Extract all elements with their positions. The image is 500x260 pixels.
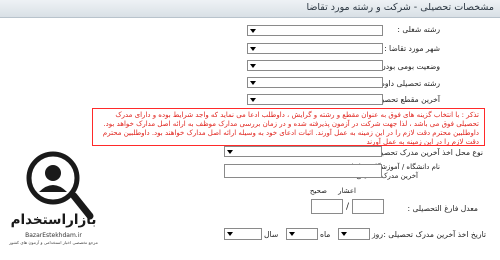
chevron-down-icon [227, 232, 233, 236]
logo-text: بازاراستخدام [10, 212, 97, 228]
last-degree-select[interactable] [247, 94, 383, 105]
bazarestekhdam-logo: بازاراستخدام BazarEstekhdam.ir مرجع تخصص… [6, 128, 101, 256]
native-status-select[interactable] [247, 60, 383, 71]
chevron-down-icon [250, 29, 256, 33]
chevron-down-icon [341, 232, 347, 236]
city-label: شهر مورد تقاضا : [384, 44, 440, 53]
grad-month-select[interactable] [286, 228, 318, 240]
notice-box: تذکر : با انتخاب گزینه های فوق به عنوان … [92, 108, 485, 146]
chevron-down-icon [289, 232, 295, 236]
gpa-integer-label: صحیح [309, 187, 327, 195]
logo-tagline: مرجع تخصصی اخبار استخدامی و آزمون های کش… [9, 240, 98, 245]
gpa-label: معدل فارغ التحصیلی : [407, 204, 478, 213]
city-select[interactable] [247, 43, 383, 54]
gpa-separator: / [346, 202, 350, 212]
section-header: مشخصات تحصیلی - شرکت و رشته مورد تقاضا [0, 0, 500, 18]
study-field-select[interactable] [247, 77, 383, 88]
section-title: مشخصات تحصیلی - شرکت و رشته مورد تقاضا [306, 2, 494, 13]
logo-subtext: BazarEstekhdam.ir [25, 232, 82, 239]
gpa-integer-input[interactable] [311, 199, 343, 214]
chevron-down-icon [250, 81, 256, 85]
degree-place-type-select[interactable] [224, 146, 382, 157]
grad-day-label: روز [372, 230, 384, 239]
job-field-label: رشته شغلی : [397, 25, 440, 34]
job-field-select[interactable] [247, 25, 383, 36]
chevron-down-icon [250, 98, 256, 102]
university-input[interactable] [224, 164, 382, 178]
gpa-decimal-label: اعشار [338, 187, 356, 195]
chevron-down-icon [227, 150, 233, 154]
chevron-down-icon [250, 64, 256, 68]
grad-month-label: ماه [320, 230, 331, 239]
grad-date-label: تاریخ اخذ آخرین مدرک تحصیلی : [383, 230, 486, 239]
chevron-down-icon [250, 47, 256, 51]
grad-year-select[interactable] [224, 228, 262, 240]
grad-day-select[interactable] [338, 228, 370, 240]
grad-year-label: سال [264, 230, 279, 239]
gpa-decimal-input[interactable] [352, 199, 384, 214]
degree-place-type-label: نوع محل اخذ آخرین مدرک تحصیلی : [367, 148, 483, 157]
